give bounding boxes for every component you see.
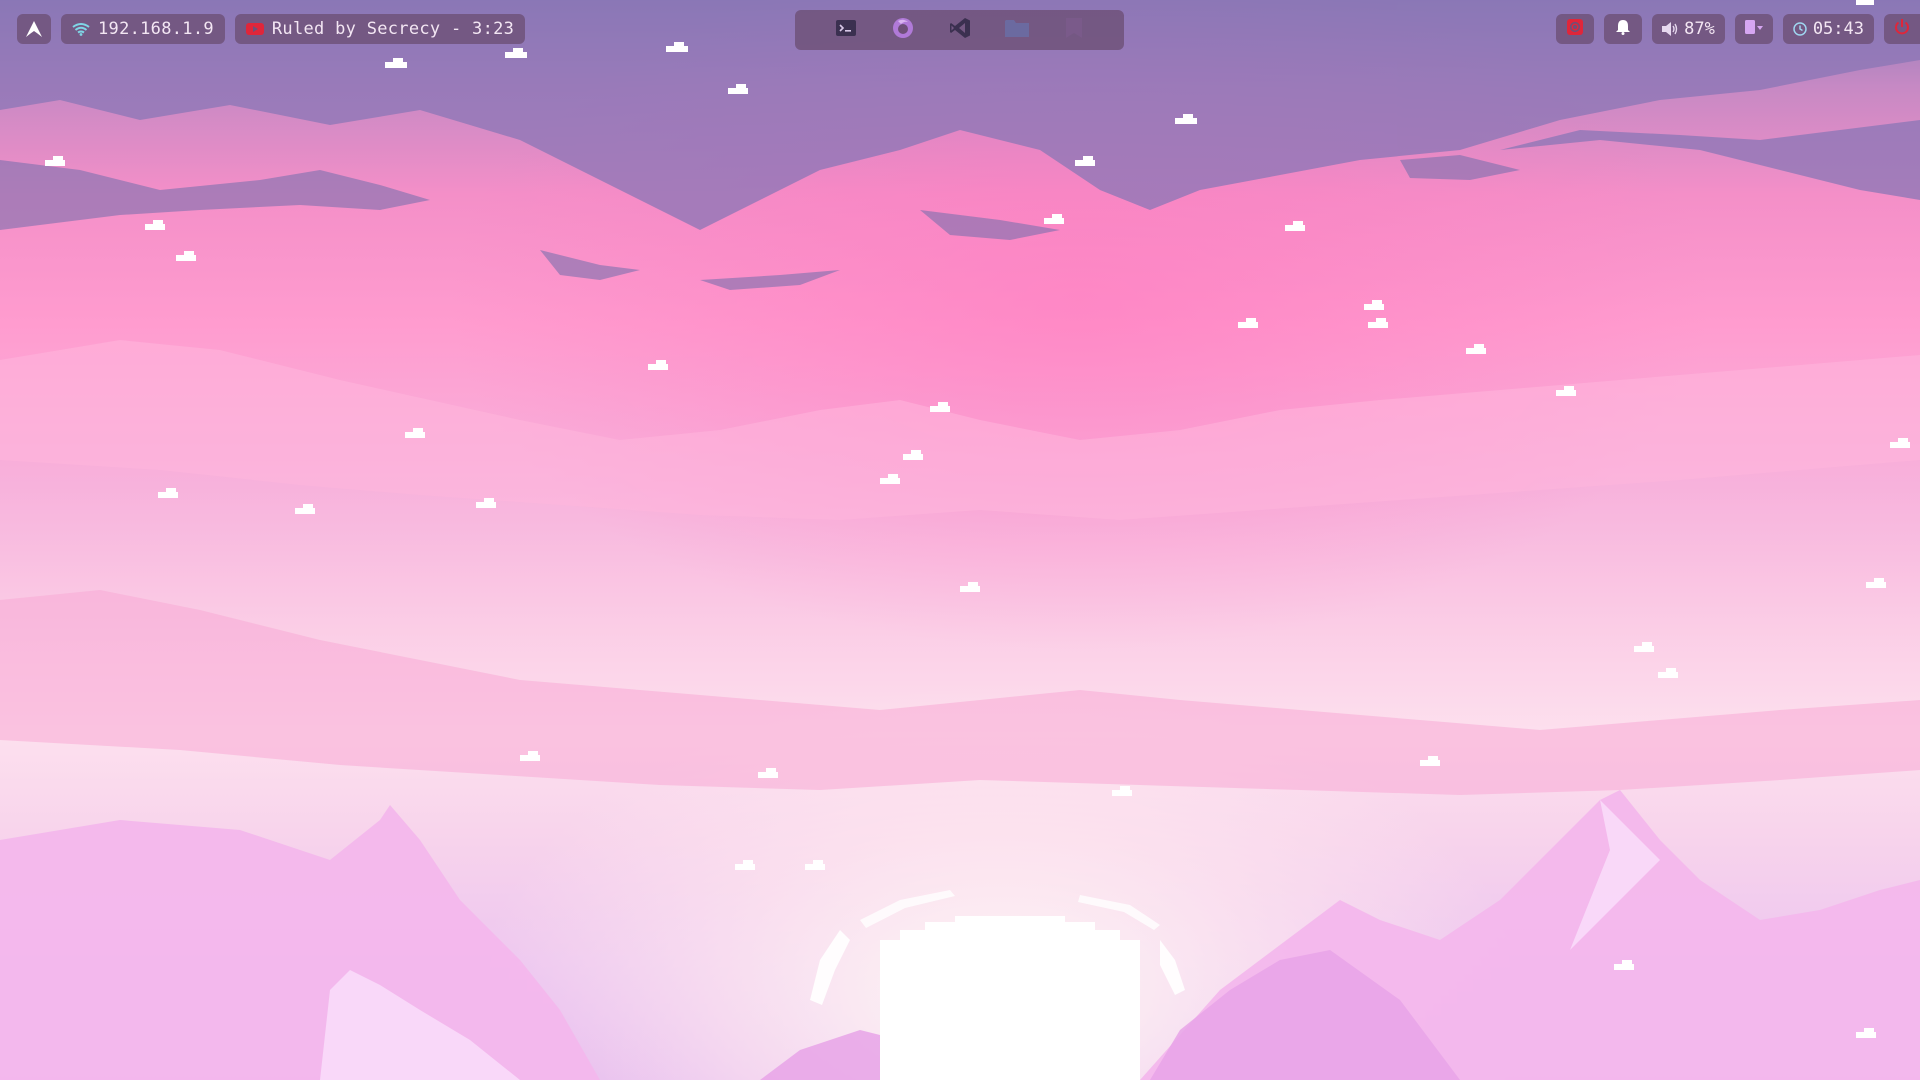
power-button[interactable]: [1884, 14, 1920, 44]
bookmark-icon: [1065, 18, 1083, 42]
volume-widget[interactable]: 87%: [1652, 14, 1725, 44]
vscode-icon: [949, 17, 971, 43]
arch-launcher-button[interactable]: [17, 14, 51, 44]
terminal-icon: [835, 20, 856, 40]
notes-launcher[interactable]: [1061, 17, 1087, 43]
arch-logo-icon: [25, 20, 43, 38]
power-icon: [1894, 18, 1910, 40]
volume-value: 87%: [1684, 19, 1715, 39]
wifi-icon: [72, 22, 90, 36]
ip-address: 192.168.1.9: [98, 19, 214, 39]
record-icon: [1567, 18, 1584, 40]
now-playing-text: Ruled by Secrecy - 3:23: [271, 19, 515, 39]
network-widget[interactable]: 192.168.1.9: [61, 14, 225, 44]
bell-icon: [1616, 19, 1631, 40]
wallpaper-art: [0, 0, 1920, 1080]
topbar-left: 192.168.1.9 Ruled by Secrecy - 3:23: [17, 14, 535, 44]
battery-icon: [1744, 19, 1763, 39]
app-dock: [795, 10, 1124, 50]
notifications-button[interactable]: [1604, 14, 1643, 44]
clock-time: 05:43: [1812, 19, 1864, 39]
firefox-launcher[interactable]: [890, 17, 916, 43]
files-launcher[interactable]: [1004, 17, 1030, 43]
firefox-icon: [892, 17, 914, 43]
media-widget[interactable]: Ruled by Secrecy - 3:23: [234, 14, 526, 44]
battery-button[interactable]: [1734, 14, 1773, 44]
desktop: 192.168.1.9 Ruled by Secrecy - 3:23 87% …: [0, 0, 1920, 1080]
youtube-icon: [245, 23, 264, 35]
terminal-launcher[interactable]: [833, 17, 859, 43]
speaker-icon: [1662, 22, 1678, 36]
screen-record-button[interactable]: [1556, 14, 1595, 44]
clock-icon: [1793, 22, 1807, 36]
folder-icon: [1004, 18, 1029, 42]
vscode-launcher[interactable]: [947, 17, 973, 43]
topbar-right: 87% 05:43: [1546, 14, 1920, 44]
clock-widget[interactable]: 05:43: [1782, 14, 1874, 44]
